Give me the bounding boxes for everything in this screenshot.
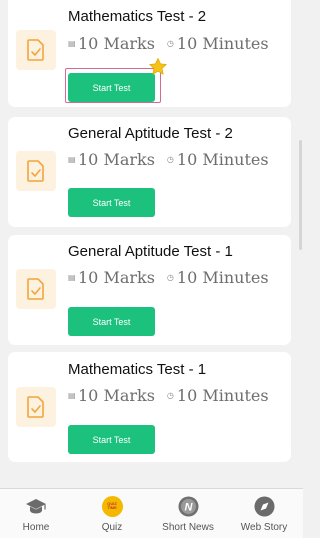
test-icon <box>16 269 56 309</box>
nav-label: Web Story <box>240 522 288 533</box>
marks-text: 10 Marks <box>78 386 155 405</box>
start-test-button[interactable]: Start Test <box>68 307 155 336</box>
clock-icon: ◷ <box>166 391 174 400</box>
start-test-button[interactable]: Start Test <box>68 425 155 454</box>
quiz-time-icon: QUIZ TIME <box>101 495 123 517</box>
minutes-text: 10 Minutes <box>176 34 269 53</box>
marks-icon: ▤ <box>68 155 76 164</box>
minutes-text: 10 Minutes <box>176 268 269 287</box>
nav-label: Home <box>22 522 50 533</box>
nav-item-quiz[interactable]: QUIZ TIME Quiz <box>77 489 147 538</box>
nav-item-home[interactable]: Home <box>1 489 71 538</box>
nav-label: Short News <box>162 522 214 533</box>
marks-text: 10 Marks <box>78 34 155 53</box>
test-icon <box>16 151 56 191</box>
marks-icon: ▤ <box>68 39 76 48</box>
star-icon <box>148 57 168 82</box>
graduation-cap-icon <box>25 495 47 517</box>
test-meta: ▤ 10 Marks ◷ 10 Minutes <box>68 268 269 290</box>
marks-icon: ▤ <box>68 391 76 400</box>
test-card: General Aptitude Test - 2 ▤ 10 Marks ◷ 10 M… <box>8 117 291 227</box>
news-icon: N <box>178 495 199 517</box>
start-test-button[interactable]: Start Test <box>68 188 155 217</box>
minutes-text: 10 Minutes <box>176 150 269 169</box>
test-title: Mathematics Test - 2 <box>68 8 207 25</box>
test-meta: ▤ 10 Marks ◷ 10 Minutes <box>68 34 269 56</box>
nav-item-short-news[interactable]: N Short News <box>153 489 223 538</box>
nav-item-web-story[interactable]: Web Story <box>229 489 299 538</box>
test-meta: ▤ 10 Marks ◷ 10 Minutes <box>68 386 269 408</box>
test-meta: ▤ 10 Marks ◷ 10 Minutes <box>68 150 269 172</box>
clock-icon: ◷ <box>166 39 174 48</box>
test-title: General Aptitude Test - 2 <box>68 125 233 142</box>
marks-text: 10 Marks <box>78 268 155 287</box>
test-icon <box>16 387 56 427</box>
quiz-badge-text: QUIZ TIME <box>107 501 117 510</box>
marks-text: 10 Marks <box>78 150 155 169</box>
focus-highlight <box>65 68 161 103</box>
test-card: General Aptitude Test - 1 ▤ 10 Marks ◷ 10 M… <box>8 235 291 345</box>
clock-icon: ◷ <box>166 155 174 164</box>
test-title: Mathematics Test - 1 <box>68 361 207 378</box>
test-title: General Aptitude Test - 1 <box>68 243 233 260</box>
compass-icon <box>254 495 275 517</box>
bottom-nav: Home QUIZ TIME Quiz N Short News Web Sto… <box>0 488 303 538</box>
scrollbar[interactable] <box>299 140 302 250</box>
minutes-text: 10 Minutes <box>176 386 269 405</box>
svg-text:N: N <box>184 501 193 513</box>
test-card: Mathematics Test - 1 ▤ 10 Marks ◷ 10 Minute… <box>8 352 291 462</box>
test-icon <box>16 30 56 70</box>
nav-label: Quiz <box>101 522 123 533</box>
marks-icon: ▤ <box>68 273 76 282</box>
clock-icon: ◷ <box>166 273 174 282</box>
test-list[interactable]: Mathematics Test - 2 ▤ 10 Marks ◷ 10 Minute… <box>0 0 303 488</box>
